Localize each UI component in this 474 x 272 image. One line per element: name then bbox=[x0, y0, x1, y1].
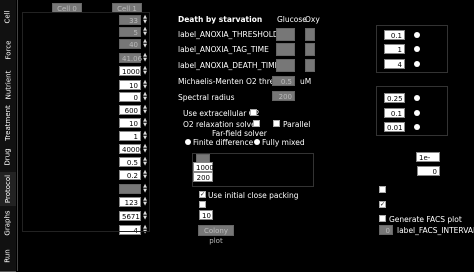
fully-mixed-radio[interactable] bbox=[254, 139, 260, 145]
tab-cell[interactable]: Cell bbox=[0, 0, 16, 34]
use-extracellular-label: Use extracellular O2 bbox=[183, 109, 260, 118]
tab-force[interactable]: Force bbox=[0, 33, 16, 67]
right-mid-input-2[interactable]: 0.1 bbox=[384, 108, 405, 118]
right-mid-input-3[interactable]: 0.01 bbox=[384, 122, 405, 132]
right-option-checkbox[interactable] bbox=[379, 186, 386, 193]
tab-drug[interactable]: Drug bbox=[0, 142, 16, 173]
fully-mixed-label: Fully mixed bbox=[262, 138, 305, 147]
right-option-checkbox-checked[interactable]: ✓ bbox=[379, 201, 386, 208]
anoxia-tag-time-glucose[interactable] bbox=[276, 43, 295, 56]
o2-solver-checkbox[interactable] bbox=[253, 120, 260, 127]
spectral-radius-label: Spectral radius bbox=[178, 93, 235, 102]
tab-bar: Cell Force Nutrient Treatment Drug Proto… bbox=[0, 0, 18, 272]
right-small-input-1[interactable]: 1e-06 bbox=[416, 152, 440, 172]
facs-interval-label: label_FACS_INTERVAL bbox=[397, 226, 474, 235]
right-top-input-2[interactable]: 1 bbox=[384, 44, 405, 54]
use-initial-label: Use initial close packing bbox=[208, 191, 299, 200]
right-top-radio-2[interactable] bbox=[414, 46, 420, 52]
mm-unit-label: uM bbox=[300, 77, 312, 86]
right-top-radio-3[interactable] bbox=[414, 61, 420, 67]
michaelis-menten-input[interactable]: 0.5 bbox=[272, 76, 295, 86]
right-mid-radio-2[interactable] bbox=[414, 110, 420, 116]
initial-value-input[interactable]: 10 bbox=[199, 210, 213, 220]
parallel-label: Parallel bbox=[283, 120, 311, 129]
use-extracellular-checkbox[interactable] bbox=[250, 109, 257, 116]
anoxia-death-time-oxy[interactable] bbox=[305, 59, 315, 72]
o2-solver-label: O2 relaxation solver bbox=[183, 120, 259, 129]
anoxia-tag-time-oxy[interactable] bbox=[305, 43, 315, 56]
tab-graphs[interactable]: Graphs bbox=[0, 206, 16, 241]
oxy-column-header: Oxy bbox=[305, 15, 320, 24]
right-mid-input-1[interactable]: 0.25 bbox=[384, 93, 405, 103]
tab-treatment[interactable]: Treatment bbox=[0, 104, 16, 143]
use-initial-checkbox[interactable]: ✓ bbox=[199, 191, 206, 198]
glucose-column-header: Glucose bbox=[277, 15, 307, 24]
anoxia-threshold-oxy[interactable] bbox=[305, 28, 315, 41]
michaelis-menten-label: Michaelis-Menten O2 thresh bbox=[178, 77, 283, 86]
anoxia-threshold-glucose[interactable] bbox=[276, 28, 295, 41]
finite-difference-label: Finite difference bbox=[193, 138, 254, 147]
facs-interval-input[interactable]: 0 bbox=[379, 225, 393, 235]
initial-option-checkbox[interactable] bbox=[199, 201, 206, 208]
tab-nutrient[interactable]: Nutrient bbox=[0, 66, 16, 105]
generate-facs-checkbox[interactable] bbox=[379, 215, 386, 222]
right-top-input-1[interactable]: 0.1 bbox=[384, 30, 405, 40]
anoxia-tag-time-label: label_ANOXIA_TAG_TIME bbox=[178, 45, 269, 54]
generate-facs-label: Generate FACS plot bbox=[389, 215, 462, 224]
far-field-label: Far-field solver bbox=[212, 129, 267, 138]
parallel-checkbox[interactable] bbox=[273, 120, 280, 127]
far-field-input-2[interactable]: 200 bbox=[193, 172, 213, 182]
right-top-radio-1[interactable] bbox=[414, 32, 420, 38]
tab-run[interactable]: Run bbox=[0, 240, 16, 272]
far-field-input-1[interactable]: 1000 bbox=[193, 162, 214, 172]
finite-difference-radio[interactable] bbox=[185, 139, 191, 145]
anoxia-death-time-glucose[interactable] bbox=[276, 59, 295, 72]
death-starvation-title: Death by starvation bbox=[178, 15, 263, 24]
anoxia-threshold-label: label_ANOXIA_THRESHOLD bbox=[178, 30, 279, 39]
anoxia-death-time-label: label_ANOXIA_DEATH_TIME bbox=[178, 61, 280, 70]
right-mid-radio-3[interactable] bbox=[414, 124, 420, 130]
spectral-radius-input[interactable]: 200 bbox=[272, 91, 295, 101]
right-mid-radio-1[interactable] bbox=[414, 95, 420, 101]
left-group-frame bbox=[22, 12, 150, 232]
right-top-input-3[interactable]: 4 bbox=[384, 59, 405, 69]
right-small-input-2[interactable]: 0 bbox=[417, 166, 440, 176]
colony-plot-button[interactable]: Colony plot bbox=[198, 225, 234, 245]
tab-protocol[interactable]: Protocol bbox=[0, 172, 16, 207]
